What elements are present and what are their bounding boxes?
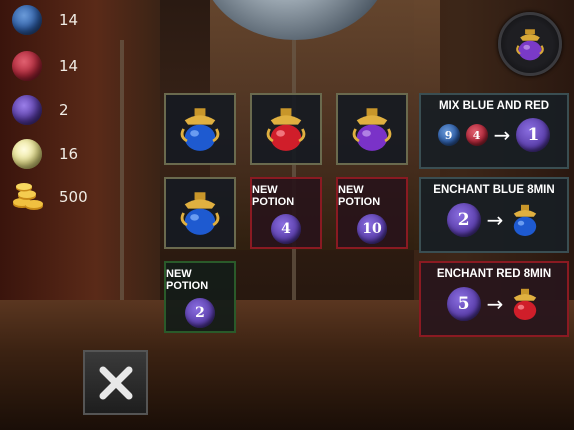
recipe-title: ENCHANT RED 8MIN (436, 268, 552, 280)
arrow-right-icon: → (486, 208, 504, 232)
new-potion-count: 4 (271, 214, 301, 244)
red-potion-icon (266, 108, 306, 151)
new-potion-count: 2 (185, 298, 215, 328)
inventory-slot-purple-potion[interactable] (336, 93, 408, 165)
blue-ingredient-count: 9 (437, 124, 460, 146)
new-potion-slot[interactable]: NEW POTION 10 (336, 177, 408, 249)
new-potion-slot[interactable]: NEW POTION 4 (250, 177, 322, 249)
red-essence-icon (12, 51, 42, 81)
new-potion-label: NEW POTION (338, 184, 381, 208)
purple-essence-icon (12, 95, 42, 125)
resource-count: 16 (59, 145, 79, 163)
close-icon (99, 366, 132, 399)
recipe-output-count: 1 (516, 118, 551, 152)
new-potion-count: 10 (357, 214, 387, 244)
recipe-input-count: 2 (446, 203, 481, 237)
resource-count: 2 (59, 101, 69, 119)
resource-yellow: 16 (12, 139, 78, 169)
resource-count: 14 (59, 11, 79, 29)
resource-blue: 14 (12, 5, 78, 35)
arrow-right-icon: → (486, 292, 504, 316)
inventory-slot-red-potion[interactable] (250, 93, 322, 165)
recipe-mix-blue-red[interactable]: MIX BLUE AND RED 9 4 → 1 (419, 93, 569, 169)
recipe-enchant-red[interactable]: ENCHANT RED 8MIN 5 → (419, 261, 569, 337)
recipe-enchant-blue[interactable]: ENCHANT BLUE 8MIN 2 → (419, 177, 569, 253)
potion-menu-button[interactable] (498, 12, 562, 76)
red-ingredient-count: 4 (465, 124, 488, 146)
resource-count: 500 (59, 188, 88, 206)
new-potion-slot[interactable]: NEW POTION 2 (164, 261, 236, 333)
yellow-essence-icon (12, 139, 42, 169)
recipe-title: MIX BLUE AND RED (438, 100, 550, 112)
recipe-title: ENCHANT BLUE 8MIN (433, 184, 555, 196)
blue-essence-icon (12, 5, 42, 35)
arrow-right-icon: → (493, 123, 511, 147)
gold-coins-icon (13, 183, 43, 210)
inventory-slot-blue-potion[interactable] (164, 177, 236, 249)
new-potion-label: NEW POTION (252, 184, 295, 208)
new-potion-label: NEW POTION (166, 268, 209, 292)
close-button[interactable] (83, 350, 148, 415)
red-potion-icon (514, 288, 537, 320)
blue-potion-icon (514, 204, 537, 236)
resource-gold: 500 (12, 182, 88, 212)
blue-potion-icon (180, 108, 220, 151)
resource-count: 14 (59, 57, 79, 75)
purple-potion-icon (352, 108, 392, 151)
resource-purple: 2 (12, 95, 69, 125)
recipe-input-count: 5 (446, 287, 481, 321)
inventory-slot-blue-potion[interactable] (164, 93, 236, 165)
potion-icon (516, 29, 544, 61)
blue-potion-icon (180, 192, 220, 235)
resource-red: 14 (12, 51, 78, 81)
